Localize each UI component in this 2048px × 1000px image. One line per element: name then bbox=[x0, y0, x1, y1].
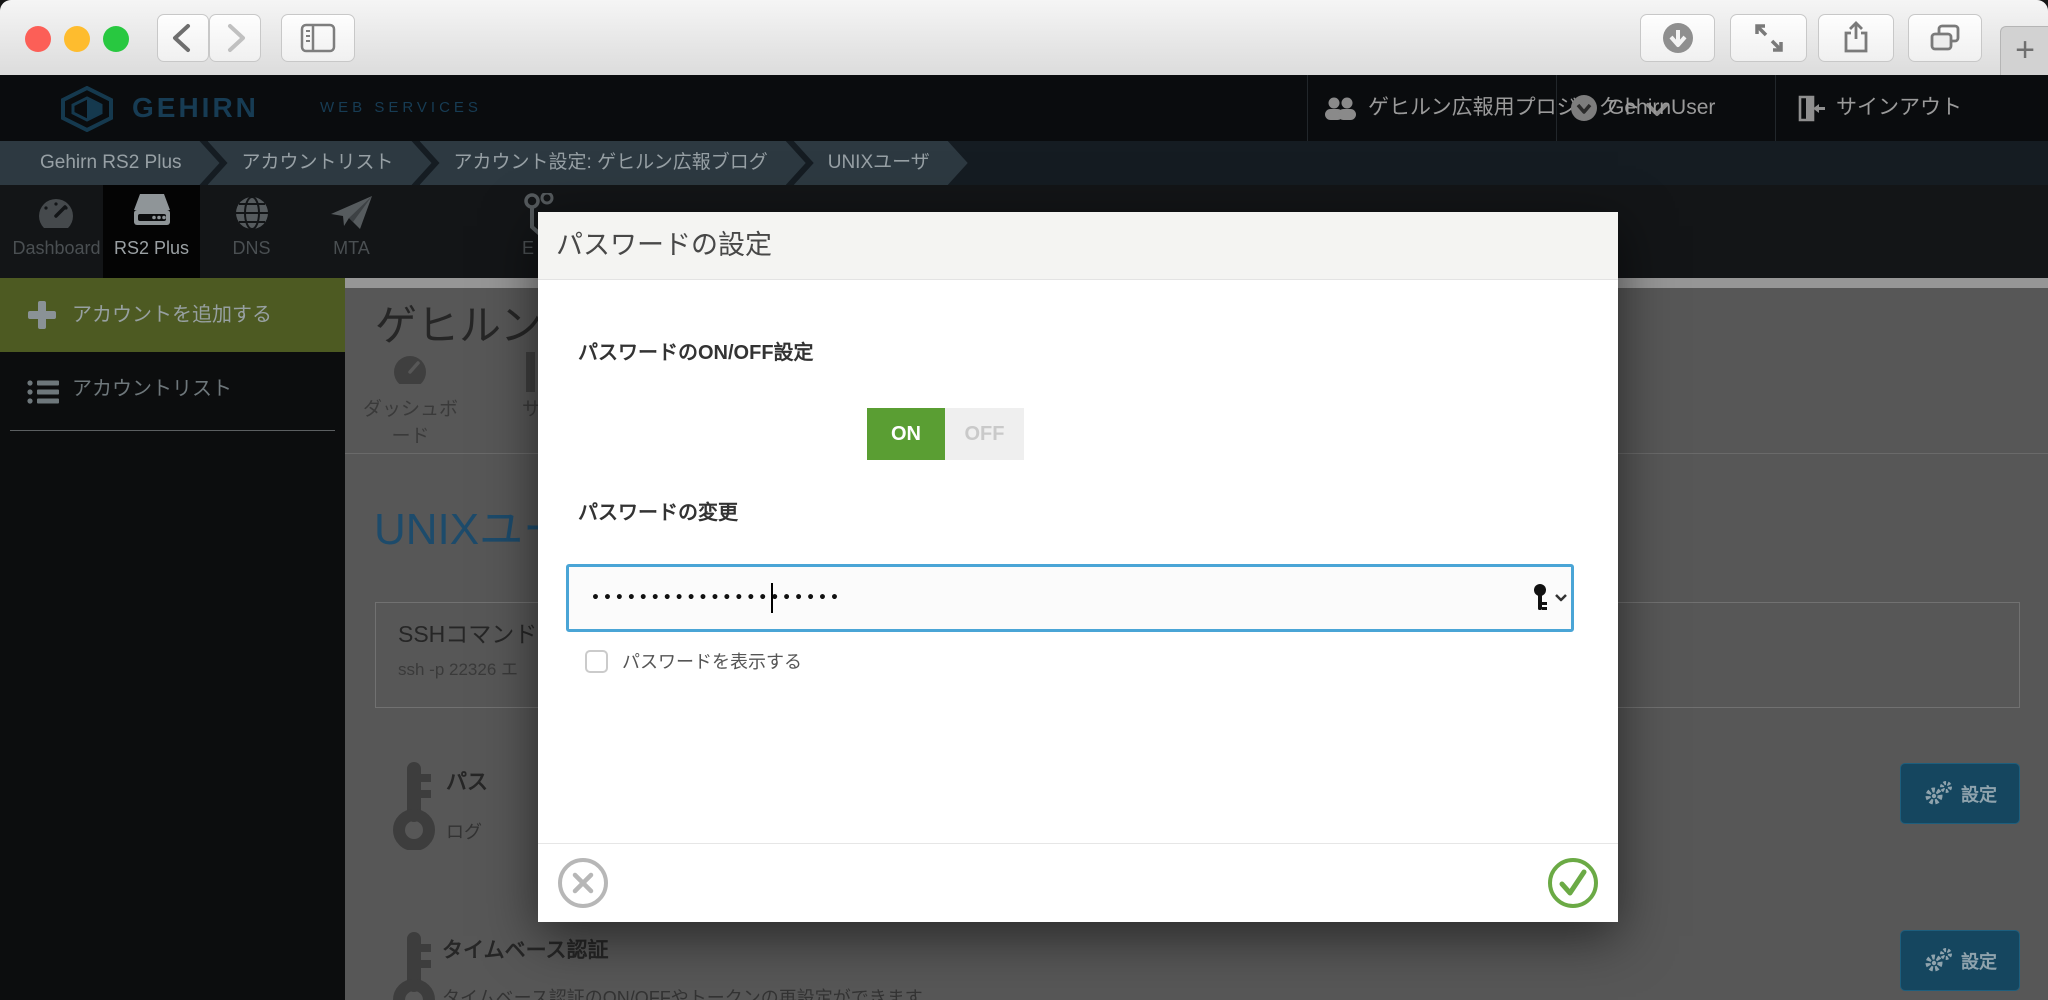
tab-icon-sliver bbox=[526, 352, 535, 392]
tab-overview-icon bbox=[1922, 15, 1968, 61]
sidebar-toggle-button[interactable] bbox=[281, 14, 355, 62]
text-caret bbox=[771, 583, 773, 613]
back-icon bbox=[160, 15, 206, 61]
breadcrumb-item[interactable]: UNIXユーザ bbox=[794, 141, 968, 185]
onoff-setting-label: パスワードのON/OFF設定 bbox=[578, 336, 814, 365]
change-password-label: パスワードの変更 bbox=[578, 496, 738, 525]
nav-item-label: Dashboard bbox=[8, 238, 105, 259]
header-separator bbox=[1775, 75, 1776, 141]
tab-dashboard[interactable]: ダッシュボード bbox=[358, 394, 463, 448]
row-title: パス bbox=[446, 766, 488, 796]
nav-item-rs2plus[interactable]: RS2 Plus bbox=[103, 185, 200, 278]
row-desc: タイムベース認証のON/OFFやトークンの再設定ができます bbox=[442, 984, 923, 1000]
signout-label: サインアウト bbox=[1836, 75, 1962, 141]
modal-title: パスワードの設定 bbox=[556, 212, 1618, 279]
cancel-button[interactable] bbox=[556, 856, 610, 910]
close-window-button[interactable] bbox=[25, 26, 51, 52]
brand-suffix: WEB SERVICES bbox=[320, 75, 482, 141]
nav-item-mta[interactable]: MTA bbox=[303, 185, 400, 278]
sidebar-item-label: アカウントを追加する bbox=[72, 278, 272, 352]
server-icon bbox=[130, 190, 174, 234]
sidebar-divider bbox=[10, 430, 335, 431]
breadcrumb-item[interactable]: Gehirn RS2 Plus bbox=[0, 141, 220, 185]
close-icon bbox=[575, 875, 591, 891]
key-icon bbox=[383, 930, 447, 1000]
nav-item-label: MTA bbox=[303, 238, 400, 259]
password-config-button[interactable]: 設定 bbox=[1900, 763, 2020, 824]
password-settings-modal: パスワードの設定 パスワードのON/OFF設定 ON OFF パスワードの変更 … bbox=[538, 212, 1618, 922]
avatar-icon bbox=[1570, 94, 1598, 122]
sidebar-item-add-account[interactable]: アカウントを追加する bbox=[0, 278, 345, 352]
show-password-checkbox[interactable] bbox=[585, 650, 608, 673]
toggle-on-button[interactable]: ON bbox=[867, 408, 945, 460]
nav-item-label: RS2 Plus bbox=[103, 238, 200, 259]
brand-name[interactable]: GEHIRN bbox=[132, 75, 259, 141]
confirm-button[interactable] bbox=[1546, 856, 1600, 910]
forward-button[interactable] bbox=[209, 14, 261, 62]
plus-icon bbox=[26, 299, 58, 331]
tab-overview-button[interactable] bbox=[1908, 14, 1982, 62]
share-icon bbox=[1833, 15, 1879, 61]
zoom-window-button[interactable] bbox=[103, 26, 129, 52]
key-autofill-icon[interactable] bbox=[1530, 582, 1572, 614]
sidebar-item-account-list[interactable]: アカウントリスト bbox=[0, 352, 345, 430]
gehirn-logo-icon bbox=[55, 86, 119, 132]
key-icon bbox=[383, 760, 447, 850]
group-icon bbox=[1323, 96, 1359, 122]
globe-icon bbox=[230, 191, 274, 235]
row-desc: ログ bbox=[446, 818, 482, 844]
new-tab-button[interactable]: + bbox=[2000, 26, 2048, 76]
forward-icon bbox=[212, 15, 258, 61]
config-button-label: 設定 bbox=[1961, 948, 1997, 974]
breadcrumb: Gehirn RS2 Plus アカウントリスト アカウント設定: ゲヒルン広報… bbox=[0, 141, 2048, 185]
ssh-panel-title: SSHコマンド bbox=[398, 615, 537, 649]
minimize-window-button[interactable] bbox=[64, 26, 90, 52]
timebase-config-button[interactable]: 設定 bbox=[1900, 930, 2020, 991]
paper-plane-icon bbox=[329, 193, 375, 233]
sidebar-item-label: アカウントリスト bbox=[72, 352, 232, 426]
list-icon bbox=[26, 378, 60, 406]
nav-item-dns[interactable]: DNS bbox=[203, 185, 300, 278]
show-password-label: パスワードを表示する bbox=[622, 650, 802, 674]
breadcrumb-item[interactable]: アカウントリスト bbox=[208, 141, 432, 185]
modal-footer bbox=[538, 843, 1618, 922]
password-input[interactable] bbox=[566, 564, 1574, 632]
project-name: ゲヒルン広報用プロジェクト bbox=[1368, 75, 1641, 141]
gear-icon bbox=[1923, 947, 1953, 974]
user-name: GehirnUser bbox=[1608, 75, 1715, 141]
account-heading: ゲヒルン bbox=[375, 292, 542, 353]
download-icon bbox=[1655, 15, 1701, 61]
nav-item-label: DNS bbox=[203, 238, 300, 259]
downloads-button[interactable] bbox=[1640, 14, 1715, 62]
config-button-label: 設定 bbox=[1961, 781, 1997, 807]
app-header: GEHIRN WEB SERVICES bbox=[0, 75, 2048, 141]
header-separator bbox=[1307, 75, 1308, 141]
sidebar: アカウントを追加する アカウントリスト bbox=[0, 278, 345, 1000]
signout-icon bbox=[1796, 95, 1826, 122]
fullscreen-button[interactable] bbox=[1730, 14, 1807, 62]
toggle-off-button[interactable]: OFF bbox=[945, 408, 1024, 460]
nav-item-dashboard[interactable]: Dashboard bbox=[8, 185, 105, 278]
back-button[interactable] bbox=[157, 14, 209, 62]
sidebar-toggle-icon bbox=[295, 15, 341, 61]
browser-toolbar: + bbox=[0, 0, 2048, 76]
dashboard-tab-icon bbox=[388, 352, 432, 392]
gear-icon bbox=[1923, 780, 1953, 807]
browser-window: + GEHIRN WEB SERVICES ゲヒルン広報用プロジェクト Gehi… bbox=[0, 0, 2048, 1000]
fullscreen-icon bbox=[1746, 15, 1792, 61]
modal-header: パスワードの設定 bbox=[538, 212, 1618, 280]
dashboard-icon bbox=[34, 192, 78, 236]
check-icon bbox=[1562, 872, 1584, 893]
row-title: タイムベース認証 bbox=[442, 934, 609, 964]
breadcrumb-item[interactable]: アカウント設定: ゲヒルン広報ブログ bbox=[420, 141, 806, 185]
ssh-command: ssh -p 22326 エ bbox=[398, 655, 518, 680]
share-button[interactable] bbox=[1818, 14, 1894, 62]
